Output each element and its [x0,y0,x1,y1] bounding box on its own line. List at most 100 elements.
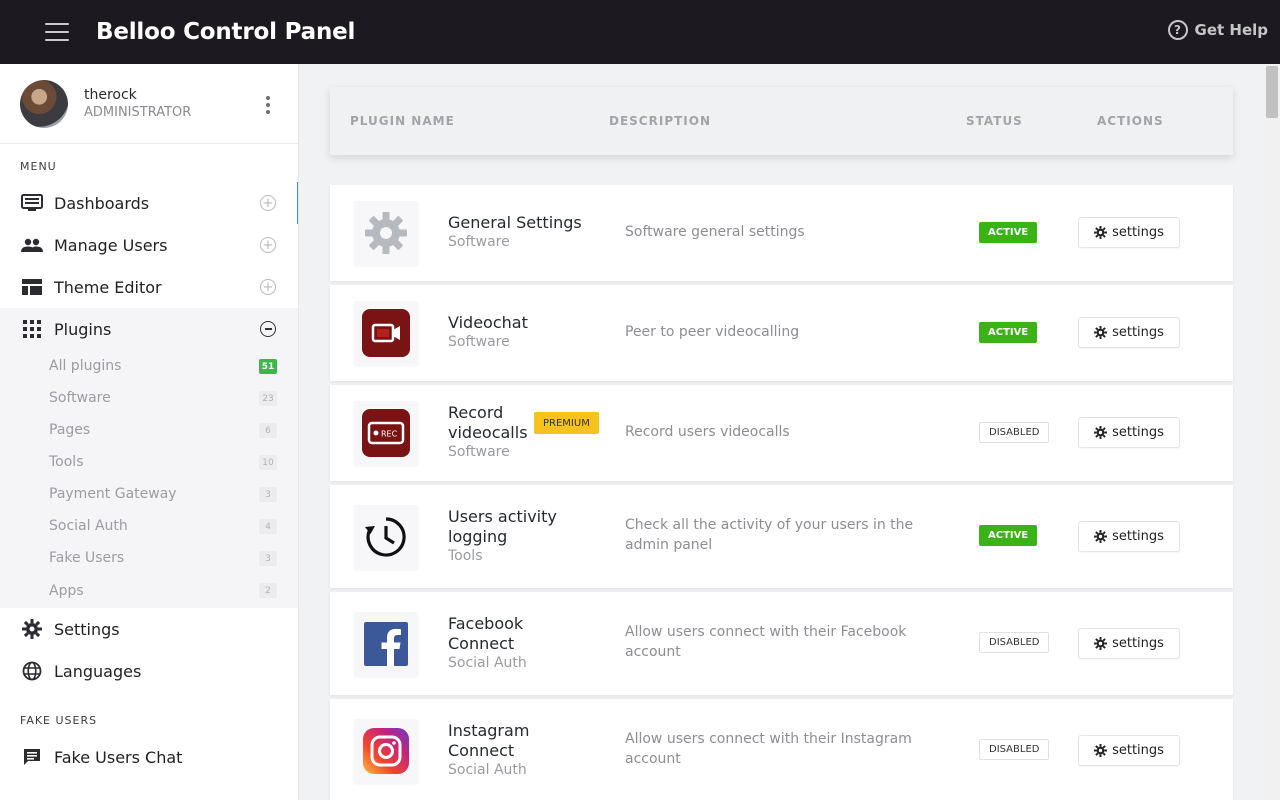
premium-badge: PREMIUM [534,412,599,434]
column-header-description: DESCRIPTION [609,114,712,128]
more-options-icon[interactable] [266,96,270,114]
main-content: PLUGIN NAME DESCRIPTION STATUS ACTIONS G… [300,64,1264,800]
sidebar-subitem-social-auth[interactable]: Social Auth 4 [0,510,298,542]
plugin-name: Videochat [448,313,528,332]
gear-icon [1094,744,1108,757]
settings-button[interactable]: settings [1078,735,1180,766]
user-name: therock [84,87,137,103]
plugin-category: Social Auth [448,655,527,671]
status-badge: DISABLED [979,422,1050,443]
sidebar-item-label: Theme Editor [54,277,162,297]
expand-plus-icon[interactable]: + [260,279,276,295]
plugin-description: Record users videocalls [625,424,790,440]
sidebar-subitem-all-plugins[interactable]: All plugins 51 [0,350,298,382]
plugin-category: Tools [448,548,483,564]
question-icon: ? [1167,20,1188,40]
user-profile: therock ADMINISTRATOR [0,64,298,144]
sidebar-item-label: Plugins [54,319,112,339]
sidebar-item-settings[interactable]: Settings [0,608,298,650]
status-badge: ACTIVE [979,222,1038,243]
plugin-name: Record videocalls [448,403,528,442]
table-row: Videochat Software Peer to peer videocal… [330,285,1233,381]
gear-icon [1094,426,1108,439]
sidebar-subitem-tools[interactable]: Tools 10 [0,446,298,478]
main-scrollbar-thumb[interactable] [1266,66,1278,118]
table-row: REC Record videocalls PREMIUM Software R… [330,385,1233,481]
sidebar-item-label: Settings [54,619,120,639]
sidebar-subitem-fake-users[interactable]: Fake Users 3 [0,542,298,574]
gear-icon [1094,226,1108,239]
sidebar-item-languages[interactable]: Languages [0,650,298,692]
get-help-link[interactable]: ? Get Help [1167,20,1268,40]
user-role: ADMINISTRATOR [84,105,192,120]
gear-icon [1094,530,1108,543]
gear-icon [354,201,418,265]
sidebar-item-label: Dashboards [54,193,150,213]
settings-button-label: settings [1112,325,1164,340]
get-help-label: Get Help [1194,21,1268,39]
plugin-category: Social Auth [448,762,527,778]
sidebar-item-label: Languages [54,661,142,681]
chat-icon [20,745,44,769]
column-header-actions: ACTIONS [1097,114,1164,128]
gear-icon [20,617,44,641]
expand-plus-icon[interactable]: + [260,237,276,253]
settings-button[interactable]: settings [1078,217,1180,248]
settings-button[interactable]: settings [1078,317,1180,348]
count-badge: 23 [259,391,277,406]
count-badge: 2 [259,583,277,598]
instagram-icon [354,719,418,783]
plugin-description: Check all the activity of your users in … [625,517,914,553]
fake-users-section-label: FAKE USERS [20,714,98,727]
sidebar-subitem-apps[interactable]: Apps 2 [0,574,298,608]
sidebar-item-manage-users[interactable]: Manage Users + [0,224,298,266]
count-badge: 10 [259,455,277,470]
sidebar-item-plugins[interactable]: Plugins [0,308,298,350]
rec-icon: REC [354,401,418,465]
settings-button-label: settings [1112,636,1164,651]
sidebar-item-fake-users-chat[interactable]: Fake Users Chat [0,736,298,778]
plugin-name: General Settings [448,213,582,232]
sidebar-item-dashboards[interactable]: Dashboards + [0,182,298,224]
count-badge: 4 [259,519,277,534]
users-icon [20,233,44,257]
count-badge: 6 [259,423,277,438]
settings-button[interactable]: settings [1078,521,1180,552]
settings-button[interactable]: settings [1078,417,1180,448]
sidebar-subitem-software[interactable]: Software 23 [0,382,298,414]
plugin-description: Peer to peer videocalling [625,324,800,340]
grid-icon [20,317,44,341]
settings-button-label: settings [1112,743,1164,758]
subitem-label: Pages [49,422,91,438]
avatar[interactable] [20,79,68,128]
sidebar-item-label: Manage Users [54,235,168,255]
column-header-status: STATUS [966,114,1023,128]
settings-button[interactable]: settings [1078,628,1180,659]
hamburger-menu-icon[interactable] [45,23,69,41]
settings-button-label: settings [1112,225,1164,240]
subitem-label: Social Auth [49,518,128,534]
main-scrollbar-track[interactable] [1264,64,1280,800]
videochat-icon [354,301,418,365]
status-badge: DISABLED [979,739,1050,760]
sidebar-subitem-pages[interactable]: Pages 6 [0,414,298,446]
table-row: Instagram Connect Social Auth Allow user… [330,699,1233,800]
count-badge: 3 [259,551,277,566]
plugin-name: Users activity logging [448,507,557,546]
table-row: General Settings Software Software gener… [330,185,1233,281]
sidebar-subitem-payment-gateway[interactable]: Payment Gateway 3 [0,478,298,510]
app-title: Belloo Control Panel [96,19,356,45]
svg-text:REC: REC [381,430,398,439]
plugin-name: Facebook Connect [448,614,524,653]
subitem-label: Tools [49,454,84,470]
status-badge: ACTIVE [979,525,1038,546]
expand-plus-icon[interactable]: + [260,195,276,211]
sidebar-item-theme-editor[interactable]: Theme Editor + [0,266,298,308]
count-badge: 3 [259,487,277,502]
plugin-description: Allow users connect with their Instagram… [625,731,912,767]
plugin-description: Software general settings [625,224,805,240]
subitem-label: Payment Gateway [49,486,177,502]
settings-button-label: settings [1112,529,1164,544]
collapse-minus-icon[interactable] [260,321,276,337]
globe-icon [20,659,44,683]
